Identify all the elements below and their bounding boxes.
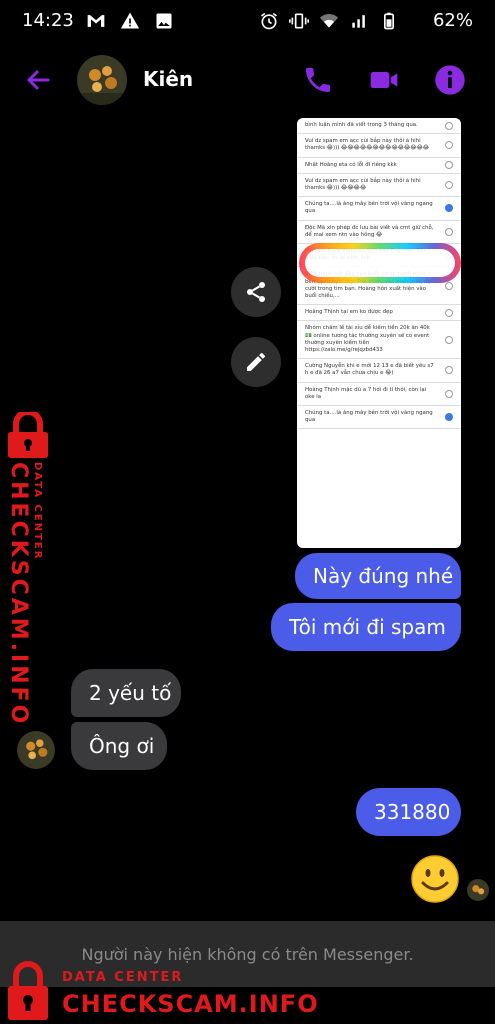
battery-percent: 62% [432, 10, 473, 31]
screenshot-list-item: bình luận mình đã viết trong 3 tháng qua… [297, 118, 461, 135]
pencil-icon [247, 352, 265, 371]
radio-icon [445, 141, 453, 150]
vibrate-icon [289, 13, 309, 29]
share-icon [247, 282, 265, 302]
watermark-brand: CHECKSCAM.INFO [6, 462, 31, 727]
message-outgoing[interactable]: 331880 [356, 788, 461, 836]
signal-icon [352, 15, 365, 28]
video-call-icon[interactable] [368, 64, 400, 96]
chat-header: Kiên [0, 50, 495, 110]
screenshot-list-item: Hoàng Thịnh tại em ko được đẹp [297, 305, 461, 322]
screenshot-item-text: bình luận mình đã viết trong 3 tháng qua… [305, 122, 418, 128]
message-outgoing[interactable]: Tôi mới đi spam [271, 603, 461, 651]
image-icon [156, 13, 172, 29]
shared-screenshot-image[interactable]: bình luận mình đã viết trong 3 tháng qua… [297, 118, 461, 548]
screenshot-item-text: Chúng ta....là áng mây bên trời vội vàng… [305, 410, 433, 424]
message-outgoing[interactable]: Này đúng nhé [295, 553, 461, 599]
screenshot-list-item: Nhóm chăm lề tài xỉu dễ kiếm tiền 20k ăn… [297, 321, 461, 360]
radio-icon [445, 281, 453, 290]
radio-icon [445, 181, 453, 190]
radio-icon [445, 227, 453, 236]
screenshot-item-text: Cường Nguyễn khi e mới 12 13 e đã biết y… [305, 363, 434, 377]
share-button[interactable] [231, 267, 281, 317]
screenshot-list-item: Độc Mã xin phép đc lưu bài viết và cmt g… [297, 221, 461, 245]
edit-button[interactable] [231, 337, 281, 387]
watermark-bottom: DATA CENTER CHECKSCAM.INFO [0, 958, 495, 1024]
radio-icon [445, 204, 453, 213]
status-bar: 14:23 62% [0, 0, 495, 40]
highlight-scribble [299, 243, 461, 283]
radio-icon [445, 335, 453, 344]
screenshot-item-text: Nhật Hoàng eta có lỗi đi riêng kkk [305, 161, 397, 168]
screenshot-list-item: Hoàng Thịnh mặc dù a 7 hơi đi tí thôi, c… [297, 383, 461, 407]
radio-icon [445, 389, 453, 398]
radio-icon [445, 161, 453, 170]
read-receipt-avatar [467, 879, 489, 901]
info-icon[interactable] [434, 64, 466, 96]
screenshot-item-text: Vui dz spam em acc cùi bắp này thôi à hi… [305, 138, 430, 152]
watermark-side: CHECKSCAM.INFO DATA CENTER [2, 404, 54, 726]
screenshot-list-item: Vui dz spam em acc cùi bắp này thôi à hi… [297, 174, 461, 198]
wifi-icon [319, 14, 339, 28]
screenshot-item-text: Hoàng Thịnh mặc dù a 7 hơi đi tí thôi, c… [305, 386, 427, 400]
message-incoming[interactable]: 2 yếu tố [71, 669, 181, 717]
screenshot-item-text: Hoàng Thịnh tại em ko được đẹp [305, 309, 393, 316]
back-arrow-icon[interactable] [22, 64, 54, 96]
screenshot-item-text: Vui dz spam em acc cùi bắp này thôi à hi… [305, 177, 421, 192]
radio-icon [445, 366, 453, 375]
screenshot-list-item: Chúng ta....là áng mây bên trời vội vàng… [297, 406, 461, 430]
screenshot-list-item: Cường Nguyễn khi e mới 12 13 e đã biết y… [297, 359, 461, 383]
watermark-subtitle: DATA CENTER [32, 462, 43, 561]
contact-avatar[interactable] [77, 55, 127, 105]
screenshot-item-text: Chúng ta....là áng mây bên trời vội vàng… [305, 201, 433, 215]
phone-call-icon[interactable] [302, 64, 334, 96]
screenshot-list-item: Nhật Hoàng eta có lỗi đi riêng kkk [297, 158, 461, 174]
battery-icon [384, 12, 394, 30]
contact-avatar-small [17, 731, 55, 769]
alarm-icon [261, 12, 277, 30]
watermark-brand: CHECKSCAM.INFO [62, 990, 319, 1018]
smile-emoji-icon[interactable] [410, 854, 460, 904]
radio-icon [445, 121, 453, 130]
message-incoming[interactable]: Ông ơi [71, 722, 167, 770]
screenshot-list-item: Chúng ta....là áng mây bên trời vội vàng… [297, 197, 461, 221]
lock-icon [8, 961, 48, 1020]
lock-icon [8, 412, 48, 458]
alert-icon [120, 12, 140, 29]
contact-name[interactable]: Kiên [143, 67, 193, 91]
radio-icon [445, 413, 453, 422]
status-time: 14:23 [22, 10, 74, 31]
screenshot-item-text: Độc Mã xin phép đc lưu bài viết và cmt g… [305, 224, 434, 238]
screenshot-item-text: Nhóm chăm lề tài xỉu dễ kiếm tiền 20k ăn… [305, 325, 430, 354]
screenshot-list-item: Vui dz spam em acc cùi bắp này thôi à hi… [297, 134, 461, 158]
watermark-subtitle: DATA CENTER [62, 970, 184, 985]
gmail-icon [87, 15, 105, 27]
radio-icon [445, 308, 453, 317]
